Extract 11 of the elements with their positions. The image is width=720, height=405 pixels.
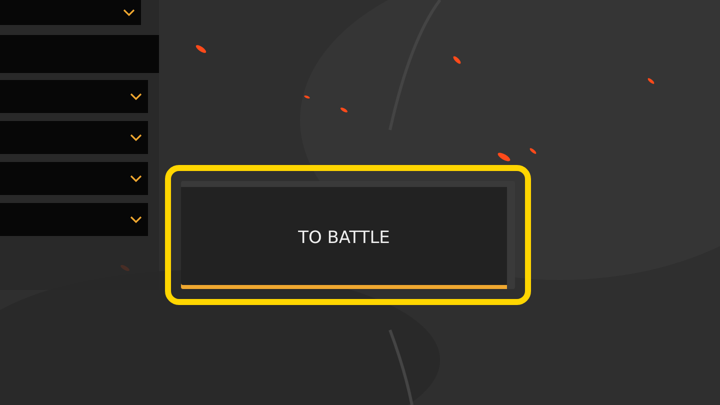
- chevron-down-icon: [130, 174, 142, 182]
- dropdown[interactable]: [0, 80, 148, 113]
- chevron-down-icon: [130, 134, 142, 142]
- dropdown[interactable]: [0, 0, 141, 25]
- chevron-down-icon: [130, 92, 142, 100]
- dropdown[interactable]: [0, 203, 148, 236]
- chevron-down-icon: [123, 8, 135, 16]
- dropdown[interactable]: [0, 162, 148, 195]
- dropdown[interactable]: [0, 121, 148, 154]
- chevron-down-icon: [130, 216, 142, 224]
- to-battle-button[interactable]: TO BATTLE: [181, 181, 515, 289]
